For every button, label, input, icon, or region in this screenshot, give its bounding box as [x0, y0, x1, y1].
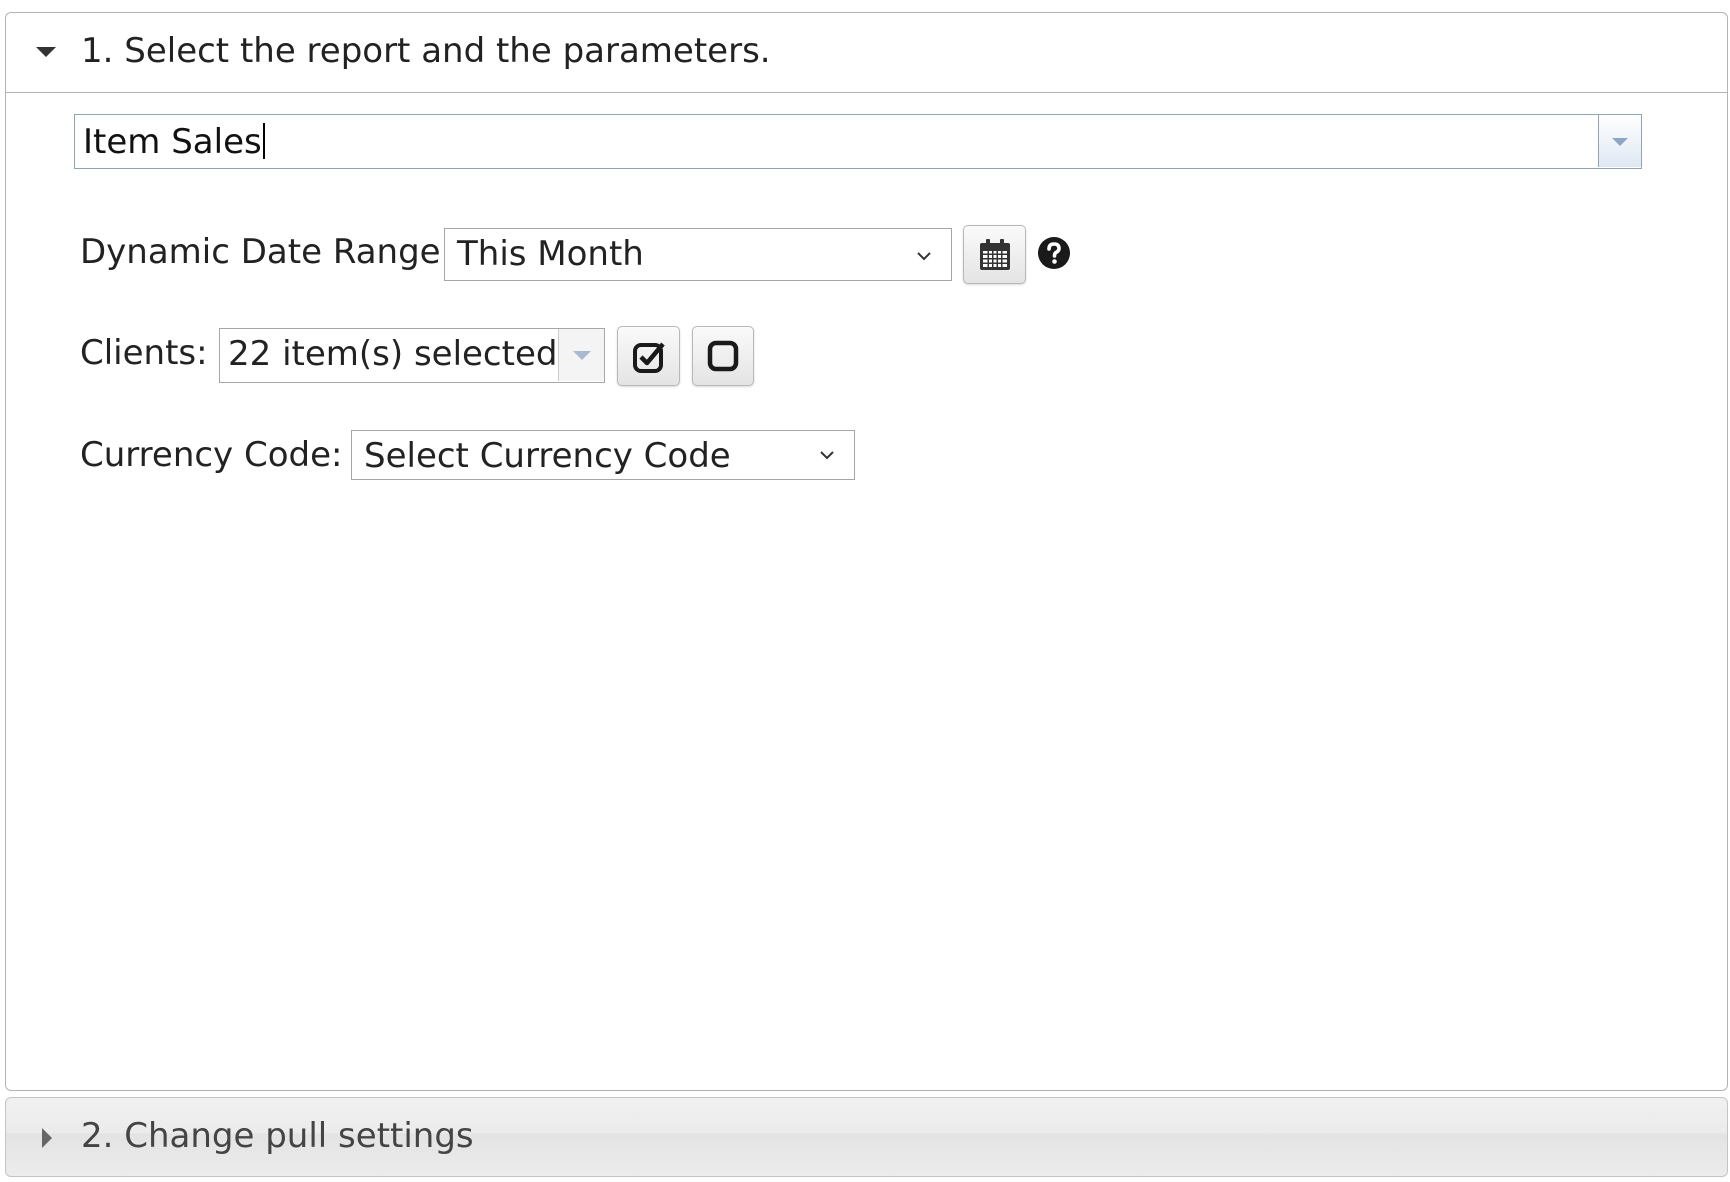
clients-multiselect[interactable]: 22 item(s) selected [219, 328, 605, 383]
caret-right-icon[interactable] [42, 1128, 52, 1148]
chevron-down-icon [917, 252, 931, 261]
empty-box-icon [707, 340, 739, 372]
dropdown-arrow-icon [1612, 138, 1628, 146]
dropdown-arrow-icon [573, 351, 591, 360]
currency-code-select[interactable]: Select Currency Code [351, 430, 855, 480]
clients-value: 22 item(s) selected [228, 334, 558, 374]
date-range-value: This Month [457, 234, 644, 274]
question-circle-icon[interactable] [1037, 236, 1071, 270]
chevron-down-icon [820, 451, 834, 460]
report-combobox[interactable]: Item Sales [74, 114, 1642, 169]
report-dropdown-button[interactable] [1598, 115, 1641, 167]
text-cursor [262, 123, 265, 159]
parameters-panel-header[interactable]: 1. Select the report and the parameters. [6, 13, 1727, 93]
parameters-panel: 1. Select the report and the parameters. [5, 12, 1728, 1091]
panel-title: 2. Change pull settings [81, 1116, 474, 1156]
currency-code-label: Currency Code: [80, 435, 343, 475]
calendar-icon [980, 239, 1010, 270]
select-all-clients-button[interactable] [617, 326, 680, 386]
panel-title: 1. Select the report and the parameters. [81, 31, 771, 71]
clear-clients-button[interactable] [692, 326, 754, 386]
clients-label: Clients: [80, 333, 208, 373]
calendar-button[interactable] [963, 225, 1026, 284]
date-range-select[interactable]: This Month [444, 228, 952, 281]
date-range-label: Dynamic Date Range: [80, 232, 453, 272]
caret-down-icon[interactable] [36, 47, 56, 57]
report-combobox-input[interactable]: Item Sales [83, 121, 265, 163]
pull-settings-panel-header[interactable]: 2. Change pull settings [5, 1097, 1728, 1177]
clients-dropdown-button[interactable] [558, 329, 604, 381]
checked-box-icon [633, 342, 665, 373]
currency-code-value: Select Currency Code [364, 436, 731, 476]
